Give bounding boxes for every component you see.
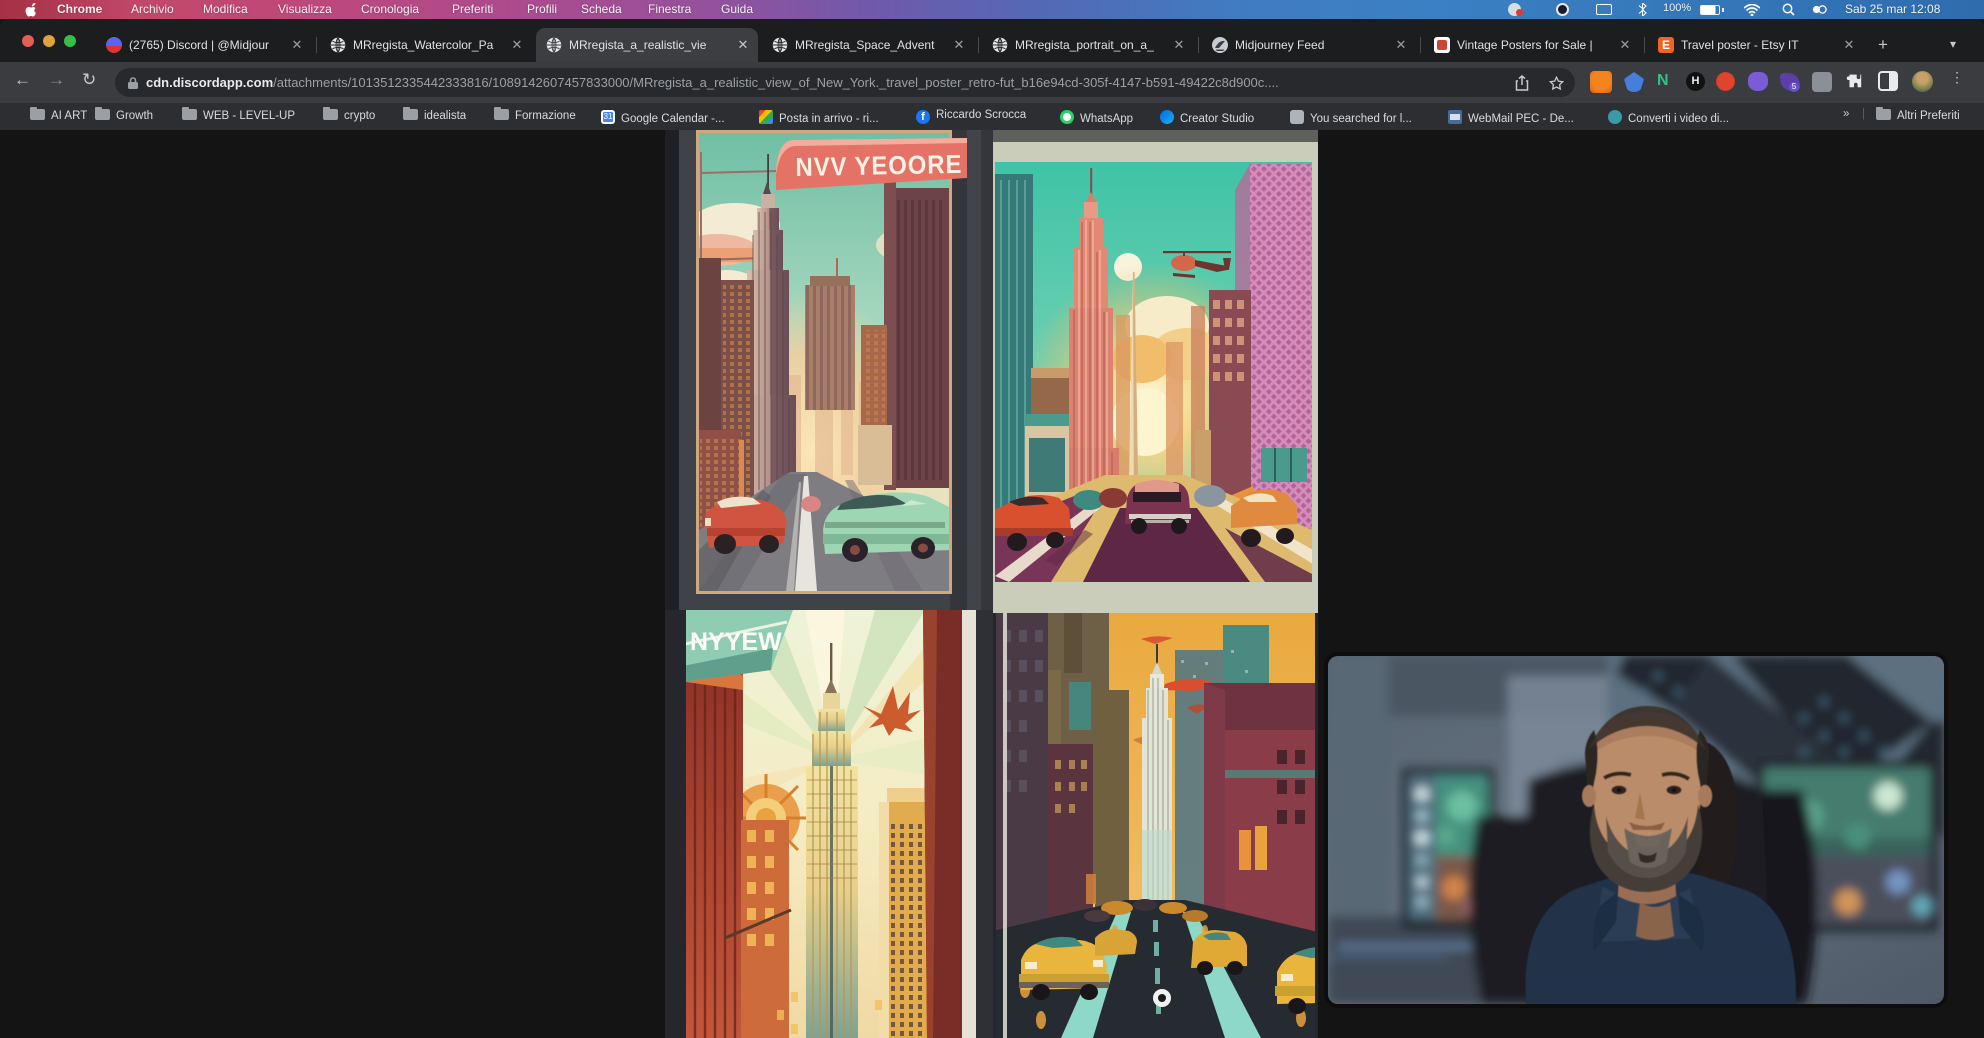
svg-text:NVV YEOORE: NVV YEOORE — [795, 150, 962, 182]
svg-text:NYYEW: NYYEW — [690, 628, 782, 656]
